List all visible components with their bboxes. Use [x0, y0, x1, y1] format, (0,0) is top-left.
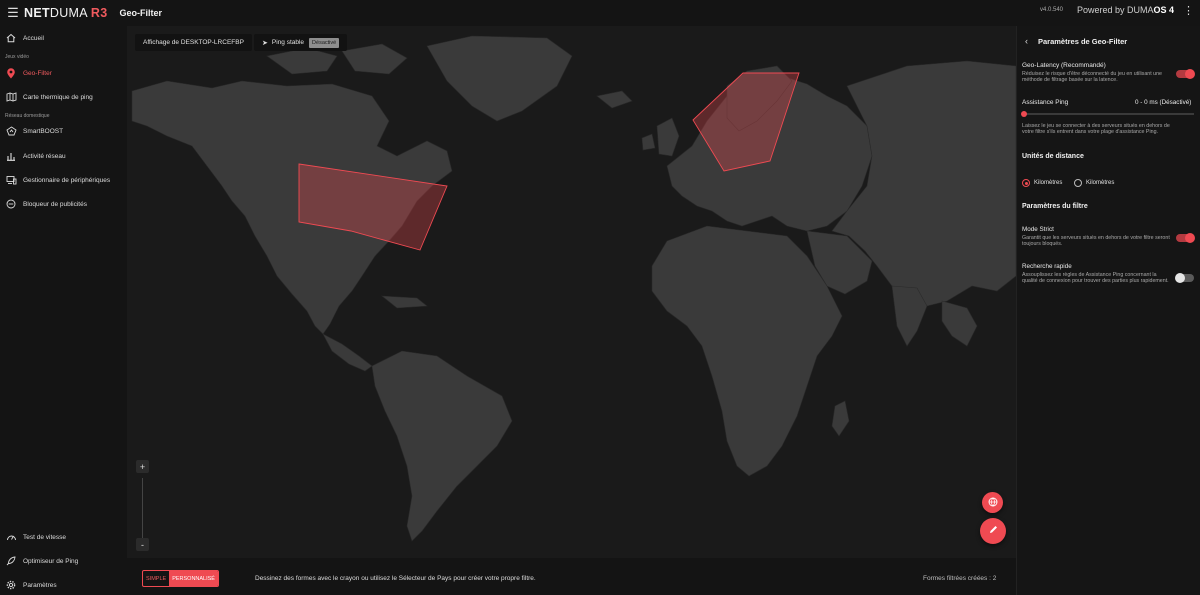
zoom-in-button[interactable]: +: [136, 460, 149, 473]
unit-km-radio[interactable]: [1022, 179, 1030, 187]
pencil-icon: [988, 522, 999, 540]
sidebar-item-ping-optimizer[interactable]: Optimiseur de Ping: [0, 552, 127, 570]
speedometer-icon: [5, 531, 17, 543]
fast-search-description: Assouplissez les règles de Assistance Pi…: [1022, 272, 1169, 285]
ping-assist-value: 0 - 0 ms (Désactivé): [1135, 99, 1192, 106]
top-bar: ☰ NETDUMA R3 Geo-Filter v4.0.540 Powered …: [0, 0, 1200, 26]
filter-count: Formes filtrées créées : 2: [923, 575, 997, 582]
sidebar-item-smartboost[interactable]: SmartBOOST: [0, 122, 127, 140]
section-label-games: Jeux vidéo: [5, 54, 29, 60]
toggle-knob: [1185, 69, 1195, 79]
sidebar-item-ping-heatmap[interactable]: Carte thermique de ping: [0, 88, 127, 106]
toggle-knob: [1175, 273, 1185, 283]
sidebar: Accueil Jeux vidéo Geo-Filter Carte ther…: [0, 26, 127, 595]
sidebar-item-ad-blocker[interactable]: Bloqueur de publicités: [0, 195, 127, 213]
panel-header: ‹ Paramètres de Geo-Filter: [1017, 34, 1200, 48]
back-arrow-icon[interactable]: ‹: [1025, 36, 1028, 46]
mode-custom-button[interactable]: PERSONNALISÉ: [169, 571, 218, 586]
strict-mode-description: Garantit que les serveurs situés en deho…: [1022, 235, 1170, 248]
sidebar-item-network-activity[interactable]: Activité réseau: [0, 147, 127, 165]
page-title: Geo-Filter: [119, 8, 163, 18]
zoom-slider[interactable]: [142, 478, 143, 542]
mode-toggle[interactable]: SIMPLE PERSONNALISÉ: [142, 570, 219, 587]
block-icon: [5, 198, 17, 210]
unit-mi-radio[interactable]: [1074, 179, 1082, 187]
ping-assist-slider-track[interactable]: [1024, 113, 1194, 115]
geo-filter-settings-panel: ‹ Paramètres de Geo-Filter Geo-Latency (…: [1016, 26, 1200, 595]
gear-icon: [5, 579, 17, 591]
ping-pin-icon: ➤: [262, 39, 268, 47]
fast-search-toggle[interactable]: [1175, 273, 1194, 283]
more-options-icon[interactable]: ⋮: [1183, 4, 1194, 17]
bottom-bar: SIMPLE PERSONNALISÉ Dessinez des formes …: [127, 558, 1016, 595]
world-map[interactable]: Affichage de DESKTOP-LRCEFBP ➤ Ping stab…: [127, 26, 1016, 558]
version-label: v4.0.540: [1040, 7, 1064, 13]
geo-latency-label: Geo-Latency (Recommandé): [1022, 62, 1106, 69]
sidebar-item-settings[interactable]: Paramètres: [0, 576, 127, 594]
ping-stable-chip[interactable]: ➤ Ping stable Désactivé: [254, 34, 348, 51]
unit-mi-label: Kilomètres: [1086, 180, 1115, 186]
sidebar-item-home[interactable]: Accueil: [0, 29, 127, 47]
home-icon: [5, 32, 17, 44]
strict-mode-label: Mode Strict: [1022, 226, 1054, 233]
panel-title: Paramètres de Geo-Filter: [1038, 36, 1128, 46]
menu-icon[interactable]: ☰: [2, 0, 24, 26]
sidebar-item-speed-test[interactable]: Test de vitesse: [0, 528, 127, 546]
country-selector-button[interactable]: [982, 492, 1003, 513]
powered-by-label: Powered by DUMAOS 4: [1077, 5, 1175, 15]
map-pin-icon: [5, 67, 17, 79]
heatmap-icon: [5, 91, 17, 103]
fast-search-label: Recherche rapide: [1022, 263, 1072, 270]
boost-icon: [5, 125, 17, 137]
draw-shape-button[interactable]: [980, 518, 1006, 544]
ping-status-badge: Désactivé: [309, 37, 340, 48]
sidebar-item-device-manager[interactable]: Gestionnaire de périphériques: [0, 171, 127, 189]
unit-km-label: Kilomètres: [1034, 180, 1063, 186]
brand-logo[interactable]: NETDUMA R3: [24, 6, 108, 20]
sidebar-item-geo-filter[interactable]: Geo-Filter: [0, 64, 127, 82]
world-map-canvas[interactable]: [127, 26, 1016, 558]
mode-simple-button[interactable]: SIMPLE: [143, 571, 169, 586]
strict-mode-toggle[interactable]: [1176, 233, 1195, 243]
geo-latency-description: Réduisez le risque d'être déconnecté du …: [1022, 71, 1163, 84]
rocket-icon: [5, 555, 17, 567]
filter-settings-title: Paramètres du filtre: [1022, 203, 1088, 210]
devices-icon: [5, 174, 17, 186]
ping-assist-label: Assistance Ping: [1022, 99, 1069, 106]
ping-assist-description: Laissez le jeu se connecter à des serveu…: [1022, 123, 1170, 136]
bar-chart-icon: [5, 150, 17, 162]
draw-hint-text: Dessinez des formes avec le crayon ou ut…: [255, 575, 536, 582]
device-chip[interactable]: Affichage de DESKTOP-LRCEFBP: [135, 34, 252, 51]
zoom-out-button[interactable]: -: [136, 538, 149, 551]
geo-latency-toggle[interactable]: [1176, 69, 1195, 79]
distance-units-title: Unités de distance: [1022, 153, 1084, 160]
globe-icon: [988, 494, 998, 512]
ping-assist-slider-handle[interactable]: [1021, 111, 1027, 117]
toggle-knob: [1185, 233, 1195, 243]
section-label-home-network: Réseau domestique: [5, 113, 50, 119]
